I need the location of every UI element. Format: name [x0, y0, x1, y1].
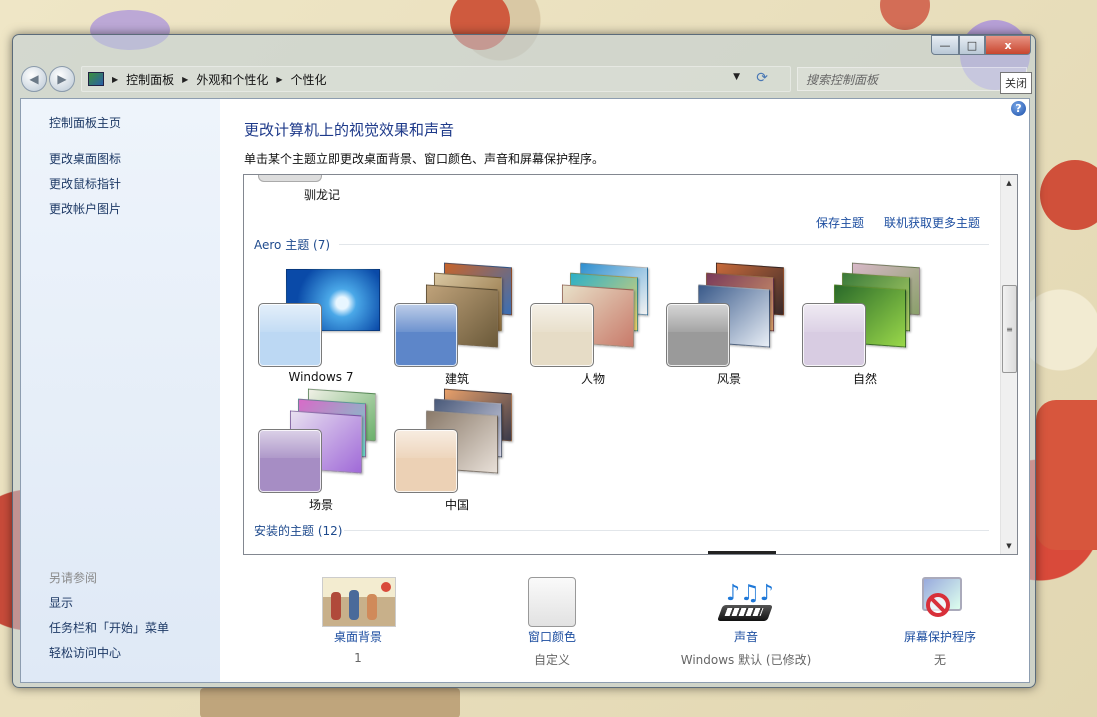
wallpaper-flower	[1036, 400, 1097, 550]
theme-name: 风景	[716, 372, 741, 386]
theme-list[interactable]: 驯龙记 保存主题 联机获取更多主题 Aero 主题 (7) Windows 7 …	[243, 174, 1018, 555]
group-divider	[339, 244, 989, 245]
theme-windows7[interactable]: Windows 7	[256, 263, 386, 393]
title-bar[interactable]: — □ x ◀ ▶ ▶ 控制面板 ▶ 外观和个性化 ▶ 个性化 ▼ ⟳ 搜索控制…	[13, 35, 1035, 97]
theme-color-swatch	[258, 429, 322, 493]
theme-color-swatch	[394, 303, 458, 367]
page-subtitle: 单击某个主题立即更改桌面背景、窗口颜色、声音和屏幕保护程序。	[244, 152, 605, 166]
sidebar-item-home[interactable]: 控制面板主页	[49, 114, 121, 131]
theme-color-swatch	[530, 303, 594, 367]
theme-color-swatch	[258, 303, 322, 367]
theme-name: 中国	[444, 498, 469, 512]
installed-theme-thumbnail[interactable]	[708, 551, 776, 554]
breadcrumb-separator: ▶	[276, 74, 283, 84]
minimize-button[interactable]: —	[931, 35, 959, 55]
sidebar-item-account-picture[interactable]: 更改帐户图片	[49, 200, 121, 217]
save-theme-link[interactable]: 保存主题	[816, 214, 864, 231]
chevron-down-icon[interactable]: ▼	[733, 72, 740, 82]
theme-name: 场景	[308, 498, 333, 512]
wallpaper-flower	[1040, 160, 1097, 230]
breadcrumb-separator: ▶	[112, 74, 119, 84]
caption-buttons: — □ x	[931, 35, 1031, 55]
desktop-background-label[interactable]: 桌面背景	[258, 628, 458, 645]
wallpaper-flower	[200, 688, 460, 717]
back-button[interactable]: ◀	[21, 66, 47, 92]
sidebar-item-ease-of-access[interactable]: 轻松访问中心	[49, 644, 121, 661]
page-title: 更改计算机上的视觉效果和声音	[244, 121, 455, 139]
theme-settings-bar: 桌面背景 1 窗口颜色 自定义 ♪♫♪ 声音 Windows 默认 (已修改)	[220, 573, 1029, 682]
theme-color-swatch	[394, 429, 458, 493]
theme-landscapes[interactable]: 风景	[664, 262, 794, 393]
sidebar-item-display[interactable]: 显示	[49, 594, 73, 611]
sound-value: Windows 默认 (已修改)	[680, 653, 812, 667]
screensaver-value: 无	[933, 653, 946, 667]
get-more-themes-link[interactable]: 联机获取更多主题	[884, 214, 980, 231]
content-area: 控制面板主页 更改桌面图标 更改鼠标指针 更改帐户图片 另请参阅 显示 任务栏和…	[20, 98, 1030, 683]
sidebar: 控制面板主页 更改桌面图标 更改鼠标指针 更改帐户图片 另请参阅 显示 任务栏和…	[21, 99, 220, 682]
theme-name: 自然	[852, 372, 877, 386]
group-divider	[344, 530, 989, 531]
screensaver-label[interactable]: 屏幕保护程序	[840, 628, 1040, 645]
sidebar-item-taskbar[interactable]: 任务栏和「开始」菜单	[49, 619, 169, 636]
breadcrumb-item-personalization[interactable]: 个性化	[291, 71, 327, 88]
aero-themes-heading: Aero 主题 (7)	[254, 238, 331, 252]
control-panel-icon	[88, 72, 104, 86]
navigation-bar: ◀ ▶ ▶ 控制面板 ▶ 外观和个性化 ▶ 个性化 ▼ ⟳ 搜索控制面板	[21, 65, 1027, 93]
theme-name: Windows 7	[288, 370, 354, 384]
scroll-thumb[interactable]: ≡	[1002, 285, 1017, 373]
desktop-background-value: 1	[354, 651, 362, 665]
see-also-heading: 另请参阅	[49, 571, 98, 585]
close-button[interactable]: x	[985, 35, 1031, 55]
theme-list-scrollbar[interactable]: ▲ ≡ ▼	[1000, 175, 1017, 554]
close-tooltip: 关闭	[1000, 72, 1032, 94]
desktop-background-icon	[322, 577, 396, 627]
theme-nature[interactable]: 自然	[800, 262, 930, 393]
screensaver-icon	[904, 577, 976, 625]
previous-theme-thumbnail[interactable]	[258, 175, 322, 182]
sound-icon: ♪♫♪	[710, 577, 782, 625]
sound-label[interactable]: 声音	[646, 628, 846, 645]
theme-color-swatch	[666, 303, 730, 367]
scroll-up-icon[interactable]: ▲	[1001, 175, 1017, 191]
refresh-icon[interactable]: ⟳	[756, 70, 768, 86]
previous-theme-name[interactable]: 驯龙记	[304, 186, 340, 203]
maximize-button[interactable]: □	[959, 35, 985, 55]
breadcrumb-separator: ▶	[182, 74, 189, 84]
theme-architecture[interactable]: 建筑	[392, 262, 522, 393]
search-input[interactable]: 搜索控制面板	[797, 67, 1027, 91]
theme-scenes[interactable]: 场景	[256, 388, 386, 519]
forward-button[interactable]: ▶	[49, 66, 75, 92]
window-color-icon	[528, 577, 576, 627]
theme-color-swatch	[802, 303, 866, 367]
window-color-value: 自定义	[533, 653, 570, 667]
theme-china[interactable]: 中国	[392, 388, 522, 519]
theme-name: 人物	[580, 372, 605, 386]
sidebar-item-desktop-icons[interactable]: 更改桌面图标	[49, 150, 121, 167]
breadcrumb[interactable]: ▶ 控制面板 ▶ 外观和个性化 ▶ 个性化 ▼ ⟳	[81, 66, 791, 92]
theme-name: 建筑	[444, 372, 469, 386]
breadcrumb-item-control-panel[interactable]: 控制面板	[126, 71, 174, 88]
sidebar-item-mouse-pointers[interactable]: 更改鼠标指针	[49, 175, 121, 192]
scroll-down-icon[interactable]: ▼	[1001, 538, 1017, 554]
installed-themes-heading: 安装的主题 (12)	[254, 524, 343, 538]
theme-characters[interactable]: 人物	[528, 262, 658, 393]
help-icon[interactable]: ?	[1011, 101, 1026, 116]
wallpaper-flower	[880, 0, 930, 30]
breadcrumb-item-appearance[interactable]: 外观和个性化	[196, 71, 268, 88]
window-color-label[interactable]: 窗口颜色	[452, 628, 652, 645]
personalization-window: — □ x ◀ ▶ ▶ 控制面板 ▶ 外观和个性化 ▶ 个性化 ▼ ⟳ 搜索控制…	[12, 34, 1036, 688]
